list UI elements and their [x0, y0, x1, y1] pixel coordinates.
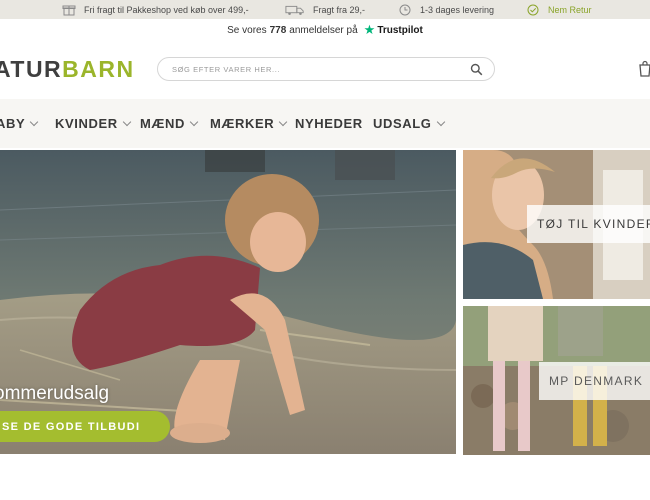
side-banner-mp-denmark[interactable]: MP DENMARK — [463, 306, 650, 455]
logo-text-green: BARN — [62, 56, 135, 82]
chevron-down-icon — [122, 117, 131, 126]
nav-item-baby[interactable]: ABY — [0, 116, 39, 131]
usp-item-shipping-price: Fragt fra 29,- — [285, 0, 365, 19]
nav-item-maerker[interactable]: MÆRKER — [210, 116, 288, 131]
nav-label: MÆRKER — [210, 116, 275, 131]
trustpilot-brand: Trustpilot — [377, 24, 423, 36]
nav-label: ABY — [0, 116, 26, 131]
nav-item-maend[interactable]: MÆND — [140, 116, 199, 131]
nav-label: UDSALG — [373, 116, 432, 131]
hero-title: ommerudsalg — [0, 383, 110, 404]
return-icon — [527, 4, 539, 15]
hero-cta-button[interactable]: SE DE GODE TILBUDI — [0, 411, 170, 442]
trust-suffix: anmeldelser på — [289, 24, 358, 36]
gift-icon — [62, 5, 76, 15]
side-banner-label: TØJ TIL KVINDER — [527, 205, 650, 243]
hero-image — [0, 150, 456, 454]
truck-icon — [285, 5, 304, 15]
usp-item-free-shipping: Fri fragt til Pakkeshop ved køb over 499… — [62, 0, 249, 19]
search-icon[interactable] — [470, 63, 483, 76]
usp-text: 1-3 dages levering — [420, 4, 495, 15]
side-banner-label: MP DENMARK — [539, 362, 650, 400]
nav-label: NYHEDER — [295, 116, 363, 131]
nav-label: KVINDER — [55, 116, 118, 131]
main-nav: ABY KVINDER MÆND MÆRKER NYHEDER UDSALG — [0, 99, 650, 148]
usp-text: Nem Retur — [548, 4, 592, 15]
nav-item-nyheder[interactable]: NYHEDER — [295, 116, 363, 131]
nav-item-udsalg[interactable]: UDSALG — [373, 116, 445, 131]
usp-item-easy-return: Nem Retur — [526, 0, 592, 19]
chevron-down-icon — [279, 117, 288, 126]
usp-bar: Fri fragt til Pakkeshop ved køb over 499… — [0, 0, 650, 19]
usp-text: Fragt fra 29,- — [313, 4, 366, 15]
clock-icon — [399, 4, 411, 15]
trustpilot-star-icon: ★ — [363, 22, 376, 37]
search-input[interactable] — [172, 62, 452, 77]
logo-text-dark: ATUR — [0, 56, 63, 82]
usp-text: Fri fragt til Pakkeshop ved køb over 499… — [84, 4, 249, 15]
chevron-down-icon — [189, 117, 199, 126]
search-box[interactable] — [157, 57, 495, 81]
chevron-down-icon — [30, 117, 39, 126]
site-logo[interactable]: ATURBARN — [0, 56, 135, 83]
review-count: 778 — [269, 24, 287, 36]
nav-label: MÆND — [140, 116, 186, 131]
shopping-bag-icon[interactable] — [638, 60, 650, 78]
trust-prefix: Se vores — [227, 24, 267, 36]
usp-item-delivery-time: 1-3 dages levering — [398, 0, 494, 19]
chevron-down-icon — [436, 117, 445, 126]
page-bottom-space — [0, 456, 650, 500]
nav-item-kvinder[interactable]: KVINDER — [55, 116, 131, 131]
trustpilot-reviews-link[interactable]: Se vores 778 anmeldelser på ★ Trustpilot — [0, 22, 650, 38]
side-banner-women[interactable]: TØJ TIL KVINDER — [463, 150, 650, 299]
hero-banner[interactable]: ommerudsalg SE DE GODE TILBUDI — [0, 150, 456, 454]
